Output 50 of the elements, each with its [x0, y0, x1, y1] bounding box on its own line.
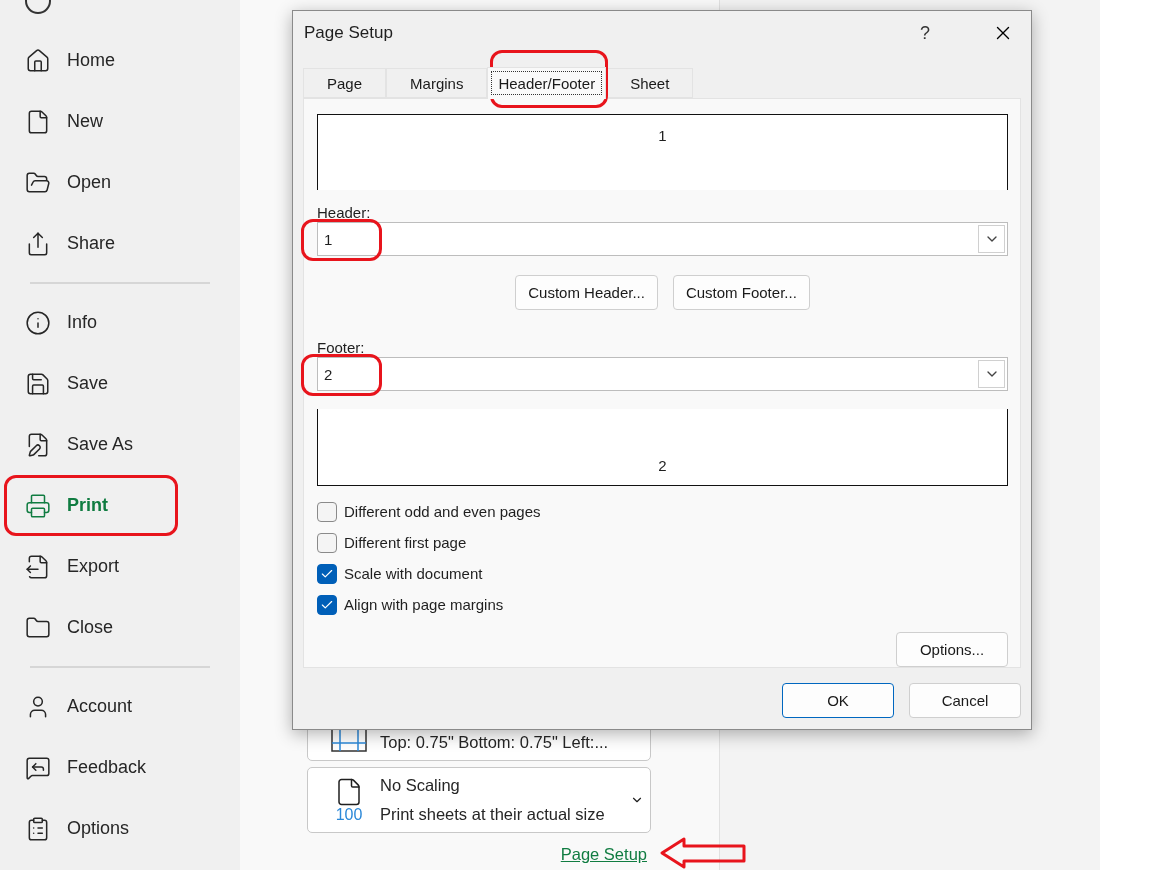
checkbox-label: Align with page margins: [344, 596, 504, 613]
dialog-tab[interactable]: Sheet: [606, 68, 694, 98]
custom-button[interactable]: Custom Header...: [515, 275, 658, 311]
nav-item[interactable]: Feedback: [0, 737, 240, 798]
preview-text: 1: [658, 127, 667, 146]
dialog-button[interactable]: OK: [782, 683, 894, 718]
page-setup-link[interactable]: Page Setup: [560, 845, 647, 863]
checkbox[interactable]: [317, 594, 337, 615]
save-icon: [25, 370, 51, 397]
nav-item[interactable]: Info: [0, 292, 240, 353]
field-label: Header:: [317, 204, 371, 222]
nav-item[interactable]: Options: [0, 798, 240, 859]
checkbox-label: Different odd and even pages: [344, 503, 541, 520]
dropdown-button[interactable]: [978, 360, 1005, 389]
nav-item[interactable]: Home: [0, 30, 240, 91]
checkbox[interactable]: [317, 501, 337, 522]
dialog-tab[interactable]: Margins: [386, 68, 488, 98]
help-button[interactable]: ?: [905, 21, 945, 45]
nav-item[interactable]: Share: [0, 213, 240, 274]
combo-field[interactable]: 2: [317, 357, 1008, 392]
setting-detail: Print sheets at their actual size: [380, 805, 605, 824]
dropdown-button[interactable]: [978, 225, 1005, 254]
home-icon: [25, 47, 51, 74]
scale-value: 100: [335, 807, 363, 823]
setting-title: No Scaling: [380, 776, 461, 795]
dialog-tab[interactable]: Header/Footer: [487, 67, 607, 99]
nav-item[interactable]: Open: [0, 152, 240, 213]
checkbox-label: Different first page: [344, 534, 467, 551]
dialog-title: Page Setup: [304, 23, 394, 43]
dialog-button[interactable]: Cancel: [909, 683, 1021, 718]
dialog-tab[interactable]: Page: [303, 68, 387, 98]
printer-icon: [25, 492, 51, 519]
nav-item[interactable]: Save: [0, 353, 240, 414]
options-button[interactable]: Options...: [896, 632, 1008, 667]
nav-item[interactable]: New: [0, 91, 240, 152]
preview-text: 2: [658, 457, 667, 477]
checkbox[interactable]: [317, 563, 337, 584]
checkbox[interactable]: [317, 532, 337, 553]
setting-detail: Top: 0.75" Bottom: 0.75" Left:...: [380, 733, 609, 752]
nav-item[interactable]: Save As: [0, 414, 240, 475]
combo-field[interactable]: 1: [317, 222, 1008, 257]
checkbox-label: Scale with document: [344, 565, 483, 582]
custom-button[interactable]: Custom Footer...: [672, 275, 810, 311]
field-label: Footer:: [317, 339, 365, 357]
scaling-setting[interactable]: 100 No Scaling Print sheets at their actual size: [307, 767, 651, 833]
nav-item[interactable]: Export: [0, 536, 240, 597]
nav-item[interactable]: Account: [0, 676, 240, 737]
feedback-icon: [25, 754, 51, 781]
info-icon: [25, 309, 51, 336]
nav-item[interactable]: Close: [0, 597, 240, 658]
